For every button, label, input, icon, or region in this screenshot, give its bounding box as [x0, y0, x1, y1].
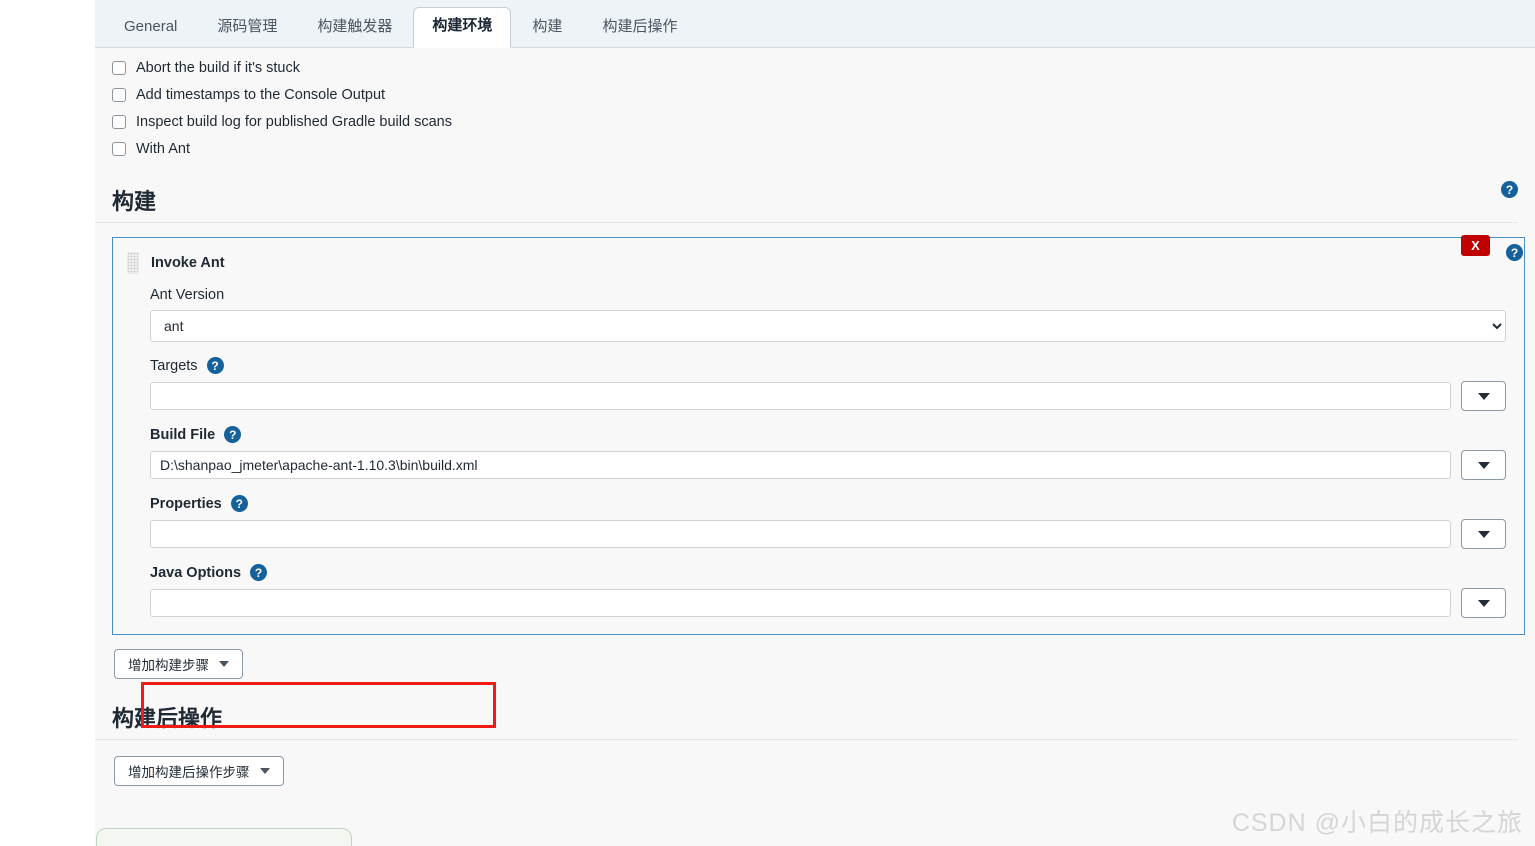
checkbox-abort-stuck[interactable] — [112, 60, 126, 75]
tab-build-environment[interactable]: 构建环境 — [413, 7, 512, 48]
checkbox-row-gradle-scans[interactable]: Inspect build log for published Gradle b… — [95, 108, 1535, 135]
checkbox-label-with-ant: With Ant — [136, 140, 190, 157]
select-ant-version[interactable]: ant — [150, 310, 1506, 342]
checkbox-timestamps[interactable] — [112, 87, 126, 102]
add-post-build-step-button[interactable]: 增加构建后操作步骤 — [114, 756, 284, 786]
tab-general[interactable]: General — [105, 8, 196, 48]
field-row-targets — [150, 381, 1506, 411]
jenkins-job-config-screen: General 源码管理 构建触发器 构建环境 构建 构建后操作 ? Abort… — [0, 0, 1535, 846]
label-text-properties: Properties — [150, 495, 222, 512]
label-properties: Properties ? — [150, 495, 1506, 512]
help-icon-with-ant[interactable]: ? — [1501, 181, 1518, 198]
chevron-down-icon — [219, 661, 229, 667]
label-java-options: Java Options ? — [150, 564, 1506, 581]
help-icon-targets[interactable]: ? — [206, 357, 224, 374]
field-row-java-options — [150, 588, 1506, 618]
label-text-targets: Targets — [150, 357, 198, 374]
checkbox-label-abort-stuck: Abort the build if it's stuck — [136, 59, 300, 76]
add-post-build-step-label: 增加构建后操作步骤 — [128, 765, 250, 780]
build-step-title: Invoke Ant — [151, 255, 225, 271]
checkbox-row-abort-stuck[interactable]: Abort the build if it's stuck — [95, 54, 1535, 81]
triangle-down-icon — [1477, 392, 1490, 400]
checkbox-row-timestamps[interactable]: Add timestamps to the Console Output — [95, 81, 1535, 108]
section-heading-build: 构建 — [95, 184, 1518, 223]
delete-build-step-button[interactable]: X — [1461, 235, 1490, 256]
dropdown-button-properties[interactable] — [1461, 519, 1506, 549]
chevron-down-icon — [259, 768, 270, 774]
label-targets: Targets ? — [150, 357, 1506, 374]
checkbox-label-gradle-scans: Inspect build log for published Gradle b… — [136, 113, 452, 130]
build-environment-options: Abort the build if it's stuck Add timest… — [95, 48, 1535, 162]
field-row-build-file — [150, 450, 1506, 480]
input-targets[interactable] — [150, 382, 1451, 410]
build-step-panel-invoke-ant: X ? Invoke Ant Ant Version ant Targets ?… — [112, 235, 1525, 728]
dropdown-button-build-file[interactable] — [1461, 450, 1506, 480]
config-form-body: ? Abort the build if it's stuck Add time… — [95, 48, 1535, 846]
checkbox-row-with-ant[interactable]: With Ant — [95, 135, 1535, 162]
config-tab-bar: General 源码管理 构建触发器 构建环境 构建 构建后操作 — [95, 0, 1535, 48]
build-step-header: Invoke Ant — [123, 252, 1506, 274]
help-icon-build-file[interactable]: ? — [224, 426, 242, 443]
tab-post-build-actions[interactable]: 构建后操作 — [583, 8, 696, 48]
drag-handle-icon[interactable] — [127, 252, 139, 274]
dropdown-button-java-options[interactable] — [1461, 588, 1506, 618]
tab-source-control[interactable]: 源码管理 — [198, 8, 296, 48]
input-properties[interactable] — [150, 520, 1451, 548]
add-build-step-row: 增加构建步骤 — [95, 635, 1535, 679]
field-row-properties — [150, 519, 1506, 549]
save-apply-bar[interactable] — [96, 828, 352, 846]
add-build-step-label: 增加构建步骤 — [128, 658, 209, 673]
main-content: General 源码管理 构建触发器 构建环境 构建 构建后操作 ? Abort… — [95, 0, 1535, 846]
checkbox-with-ant[interactable] — [112, 141, 126, 156]
help-icon-java-options[interactable]: ? — [250, 564, 268, 581]
help-icon-invoke-ant[interactable]: ? — [1506, 244, 1523, 261]
triangle-down-icon — [1477, 599, 1490, 607]
dropdown-button-targets[interactable] — [1461, 381, 1506, 411]
triangle-down-icon — [1477, 461, 1490, 469]
add-post-build-step-row: 增加构建后操作步骤 — [95, 740, 1535, 786]
tab-build-triggers[interactable]: 构建触发器 — [298, 8, 411, 48]
checkbox-label-timestamps: Add timestamps to the Console Output — [136, 86, 386, 103]
label-text-java-options: Java Options — [150, 564, 242, 581]
label-ant-version: Ant Version — [150, 287, 1506, 303]
triangle-down-icon — [1477, 530, 1490, 538]
section-heading-post-build: 构建后操作 — [95, 701, 1518, 740]
label-build-file: Build File ? — [150, 426, 1506, 443]
label-text-ant-version: Ant Version — [150, 287, 225, 303]
field-row-ant-version: ant — [150, 310, 1506, 342]
input-java-options[interactable] — [150, 589, 1451, 617]
help-icon-properties[interactable]: ? — [230, 495, 248, 512]
tab-build[interactable]: 构建 — [513, 8, 581, 48]
label-text-build-file: Build File — [150, 426, 216, 443]
checkbox-gradle-scans[interactable] — [112, 114, 126, 129]
add-build-step-button[interactable]: 增加构建步骤 — [114, 649, 243, 679]
input-build-file[interactable] — [150, 451, 1451, 479]
